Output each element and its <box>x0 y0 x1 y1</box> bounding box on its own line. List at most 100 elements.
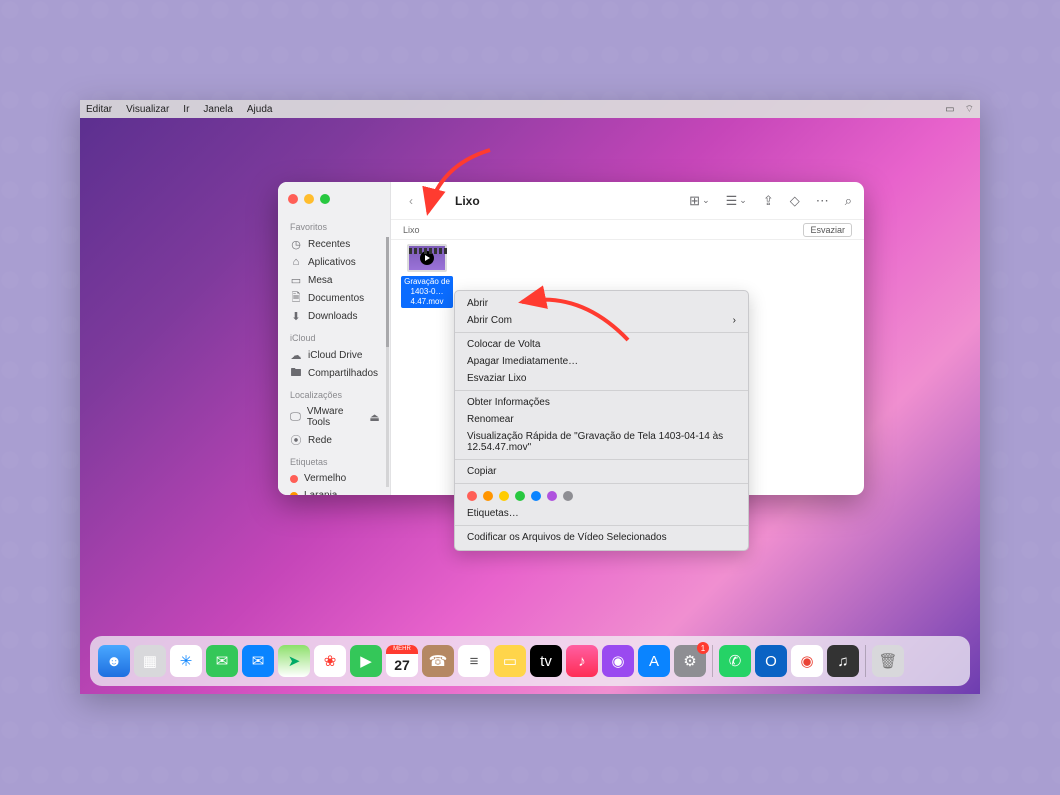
sidebar-tag-vermelho[interactable]: Vermelho <box>278 470 390 487</box>
path-bar: Lixo Esvaziar <box>391 220 864 240</box>
sidebar-label: VMware Tools <box>307 406 363 428</box>
window-controls <box>278 190 390 214</box>
menu-ir[interactable]: Ir <box>183 104 189 115</box>
tag-purple[interactable] <box>547 491 557 501</box>
file-area[interactable]: Gravação de1403-0…4.47.mov Abrir Abrir C… <box>391 240 864 495</box>
app-icon: ⌂ <box>290 256 302 268</box>
sidebar-tag-laranja[interactable]: Laranja <box>278 487 390 495</box>
tag-orange[interactable] <box>483 491 493 501</box>
download-icon: ⬇ <box>290 310 302 322</box>
search-button[interactable]: ⌕ <box>845 193 852 209</box>
desktop-icon: ▭ <box>290 274 302 286</box>
dock-safari[interactable]: ✳ <box>170 645 202 677</box>
tag-red[interactable] <box>467 491 477 501</box>
dock-calendar[interactable]: MEHR27 <box>386 645 418 677</box>
sidebar-scrollbar[interactable] <box>386 237 389 487</box>
sidebar-item-compartilhados[interactable]: 🖿Compartilhados <box>278 364 390 382</box>
sidebar-item-mesa[interactable]: ▭Mesa <box>278 271 390 289</box>
dock-maps[interactable]: ➤ <box>278 645 310 677</box>
scrollbar-thumb[interactable] <box>386 237 389 347</box>
wifi-icon[interactable]: ⌔ <box>965 103 974 116</box>
dock-whatsapp[interactable]: ✆ <box>719 645 751 677</box>
share-button[interactable]: ⇪ <box>763 193 774 209</box>
path-label: Lixo <box>403 225 420 235</box>
separator <box>455 483 748 484</box>
ctx-tag-colors <box>455 487 748 505</box>
sidebar-item-rede[interactable]: ⦿Rede <box>278 431 390 449</box>
tag-button[interactable]: ◇ <box>790 193 800 209</box>
dock-photos[interactable]: ❀ <box>314 645 346 677</box>
group-button[interactable]: ☰⌄ <box>726 193 747 209</box>
ctx-abrir[interactable]: Abrir <box>455 295 748 312</box>
sidebar-item-documentos[interactable]: 🗎Documentos <box>278 289 390 307</box>
battery-icon[interactable]: ▭ <box>945 104 954 115</box>
tag-yellow[interactable] <box>499 491 509 501</box>
ctx-renomear[interactable]: Renomear <box>455 411 748 428</box>
cloud-icon: ☁ <box>290 349 302 361</box>
sidebar-item-downloads[interactable]: ⬇Downloads <box>278 307 390 325</box>
context-menu: Abrir Abrir Com› Colocar de Volta Apagar… <box>454 290 749 551</box>
dock-finder[interactable]: ☻ <box>98 645 130 677</box>
dock-chrome[interactable]: ◉ <box>791 645 823 677</box>
dock-mail[interactable]: ✉ <box>242 645 274 677</box>
menubar: Editar Visualizar Ir Janela Ajuda ▭ ⌔ <box>80 100 980 118</box>
dock-trash[interactable]: 🗑 <box>872 645 904 677</box>
menu-janela[interactable]: Janela <box>203 104 232 115</box>
sidebar-label: Rede <box>308 435 332 446</box>
tag-blue[interactable] <box>531 491 541 501</box>
dock-messages[interactable]: ✉ <box>206 645 238 677</box>
dock-music[interactable]: ♪ <box>566 645 598 677</box>
page-frame: Editar Visualizar Ir Janela Ajuda ▭ ⌔ Fa… <box>0 0 1060 795</box>
sidebar-label: iCloud Drive <box>308 350 362 361</box>
clock-icon: ◷ <box>290 238 302 250</box>
tag-green[interactable] <box>515 491 525 501</box>
ctx-abrir-com[interactable]: Abrir Com› <box>455 312 748 329</box>
video-thumbnail-icon <box>407 244 447 272</box>
file-item[interactable]: Gravação de1403-0…4.47.mov <box>401 244 453 308</box>
tag-gray[interactable] <box>563 491 573 501</box>
section-favoritos: Favoritos <box>278 214 390 235</box>
ctx-apagar-imediatamente[interactable]: Apagar Imediatamente… <box>455 353 748 370</box>
minimize-button[interactable] <box>304 194 314 204</box>
ctx-copiar[interactable]: Copiar <box>455 463 748 480</box>
menu-visualizar[interactable]: Visualizar <box>126 104 169 115</box>
macos-desktop: Editar Visualizar Ir Janela Ajuda ▭ ⌔ Fa… <box>80 100 980 694</box>
close-button[interactable] <box>288 194 298 204</box>
file-name: Gravação de1403-0…4.47.mov <box>401 276 453 308</box>
dock-notes[interactable]: ▭ <box>494 645 526 677</box>
empty-trash-button[interactable]: Esvaziar <box>803 223 852 237</box>
ctx-codificar[interactable]: Codificar os Arquivos de Vídeo Seleciona… <box>455 529 748 546</box>
zoom-button[interactable] <box>320 194 330 204</box>
back-button[interactable]: ‹ <box>403 193 419 209</box>
sidebar-label: Compartilhados <box>308 368 378 379</box>
dock-facetime[interactable]: ▶ <box>350 645 382 677</box>
sidebar-item-aplicativos[interactable]: ⌂Aplicativos <box>278 253 390 271</box>
ctx-colocar-de-volta[interactable]: Colocar de Volta <box>455 336 748 353</box>
ctx-esvaziar-lixo[interactable]: Esvaziar Lixo <box>455 370 748 387</box>
dock-tv[interactable]: tv <box>530 645 562 677</box>
dock-launchpad[interactable]: ▦ <box>134 645 166 677</box>
forward-button[interactable]: › <box>427 193 443 209</box>
eject-icon[interactable]: ⏏ <box>369 411 380 423</box>
separator <box>455 332 748 333</box>
action-button[interactable]: ⋯ <box>816 193 829 209</box>
sidebar-item-icloud[interactable]: ☁ iCloud Drive <box>278 346 390 364</box>
dock-reminders[interactable]: ≡ <box>458 645 490 677</box>
document-icon: 🗎 <box>290 292 302 304</box>
ctx-obter-info[interactable]: Obter Informações <box>455 394 748 411</box>
dock-garageband[interactable]: ♫ <box>827 645 859 677</box>
view-icons-button[interactable]: ⊞⌄ <box>689 193 709 209</box>
ctx-etiquetas[interactable]: Etiquetas… <box>455 505 748 522</box>
sidebar-item-vmware[interactable]: 🖵VMware Tools⏏ <box>278 403 390 431</box>
menu-editar[interactable]: Editar <box>86 104 112 115</box>
sidebar-item-recentes[interactable]: ◷Recentes <box>278 235 390 253</box>
dock-outlook[interactable]: O <box>755 645 787 677</box>
dock-settings[interactable]: ⚙1 <box>674 645 706 677</box>
dock-podcasts[interactable]: ◉ <box>602 645 634 677</box>
dock-appstore[interactable]: A <box>638 645 670 677</box>
ctx-quicklook[interactable]: Visualização Rápida de "Gravação de Tela… <box>455 428 748 456</box>
sidebar-label: Laranja <box>304 490 337 495</box>
dock-separator <box>865 645 866 677</box>
dock-contacts[interactable]: ☎ <box>422 645 454 677</box>
menu-ajuda[interactable]: Ajuda <box>247 104 273 115</box>
